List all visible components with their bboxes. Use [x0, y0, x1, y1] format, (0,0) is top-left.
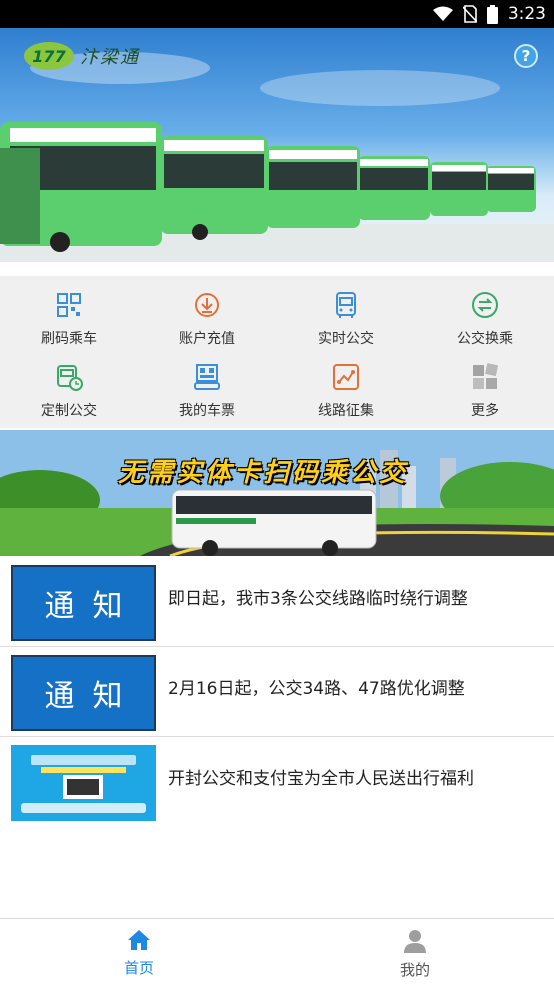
clock: 3:23: [507, 4, 546, 24]
quick-menu: 刷码乘车 账户充值 实时公交 公交换乘 定制公交 我的车票 线路征集 更多: [0, 276, 554, 428]
menu-label: 我的车票: [179, 403, 235, 419]
battery-icon: [486, 4, 498, 24]
home-icon: [128, 930, 150, 950]
tab-mine[interactable]: 我的: [345, 929, 485, 980]
tab-label: 我的: [399, 961, 430, 979]
menu-item-transfer[interactable]: 公交换乘: [416, 278, 554, 350]
banner-slogan: 无需实体卡扫码乘公交: [118, 458, 409, 488]
menu-label: 账户充值: [179, 331, 235, 347]
bus-icon: [336, 292, 356, 318]
menu-item-scan-ride[interactable]: 刷码乘车: [0, 278, 138, 350]
notice-thumbnail: 通知: [11, 565, 156, 641]
menu-item-recharge[interactable]: 账户充值: [138, 278, 276, 350]
news-item[interactable]: 通知 即日起，我市3条公交线路临时绕行调整: [0, 558, 554, 647]
download-circle-icon: [195, 293, 219, 317]
custom-bus-clock-icon: [57, 365, 83, 391]
promo-poster-image: [11, 745, 156, 821]
menu-item-route-survey[interactable]: 线路征集: [277, 350, 415, 422]
logo-mark: 177: [24, 42, 74, 70]
news-title: 2月16日起，公交34路、47路优化调整: [168, 679, 465, 699]
news-title: 即日起，我市3条公交线路临时绕行调整: [168, 589, 468, 609]
promo-banner[interactable]: 无需实体卡扫码乘公交: [0, 430, 554, 556]
menu-label: 实时公交: [318, 331, 374, 347]
menu-item-custom-bus[interactable]: 定制公交: [0, 350, 138, 422]
tab-home[interactable]: 首页: [69, 929, 209, 978]
menu-item-my-tickets[interactable]: 我的车票: [138, 350, 276, 422]
bottom-tab-bar: 首页 我的: [0, 918, 554, 986]
notice-thumbnail: 通知: [11, 655, 156, 731]
hero-banner: 177 汴梁通 ?: [0, 28, 554, 262]
user-icon: [404, 930, 426, 953]
news-title: 开封公交和支付宝为全市人民送出行福利: [168, 769, 474, 789]
menu-label: 更多: [471, 403, 499, 419]
menu-label: 公交换乘: [457, 331, 513, 347]
status-bar: 3:23: [0, 0, 554, 28]
menu-item-realtime-bus[interactable]: 实时公交: [277, 278, 415, 350]
transfer-icon: [472, 292, 498, 318]
tab-label: 首页: [123, 959, 154, 977]
alipay-promo-thumbnail: [11, 745, 156, 821]
menu-item-more[interactable]: 更多: [416, 350, 554, 422]
no-sim-icon: [462, 5, 477, 23]
more-grid-icon: [473, 363, 499, 389]
news-item[interactable]: 通知 2月16日起，公交34路、47路优化调整: [0, 648, 554, 737]
news-item[interactable]: 开封公交和支付宝为全市人民送出行福利: [0, 738, 554, 827]
route-map-icon: [333, 364, 359, 390]
wifi-icon: [432, 6, 453, 21]
help-button[interactable]: ?: [514, 44, 538, 68]
menu-label: 刷码乘车: [41, 331, 97, 347]
ticket-qr-icon: [194, 364, 220, 390]
app-name: 汴梁通: [80, 47, 140, 68]
menu-label: 定制公交: [41, 403, 97, 419]
qr-code-icon: [57, 293, 81, 317]
banner-bus-image: [0, 430, 554, 556]
menu-label: 线路征集: [318, 403, 374, 419]
app-logo: 177 汴梁通: [24, 42, 140, 70]
